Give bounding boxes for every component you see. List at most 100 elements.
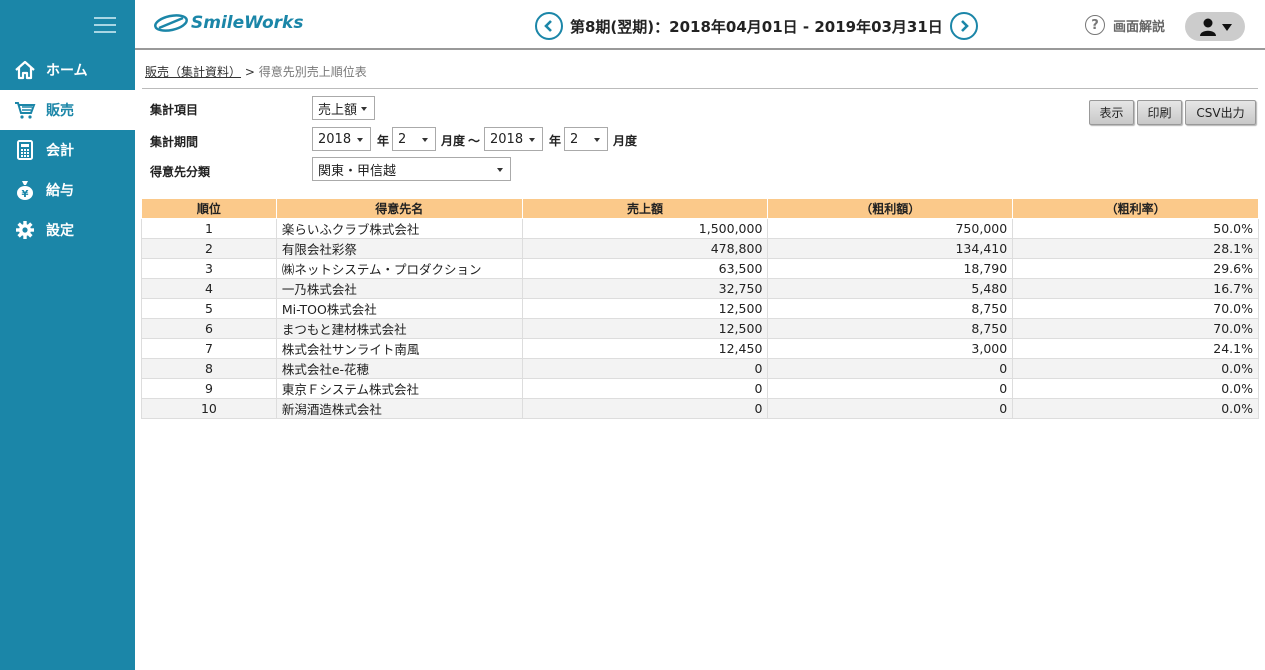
cart-icon: [14, 99, 36, 121]
logo: SmileWorks: [153, 12, 303, 34]
gross-margin-cell: 70.0%: [1012, 298, 1259, 319]
gross-margin-cell: 0.0%: [1012, 358, 1259, 379]
customer-name-cell: 東京Ｆシステム株式会社: [275, 378, 523, 399]
customer-name-cell: 一乃株式会社: [275, 278, 523, 299]
home-icon: [14, 59, 36, 81]
user-icon: [1199, 18, 1216, 36]
gross-profit-cell: 0: [767, 398, 1014, 419]
print-button[interactable]: 印刷: [1137, 100, 1182, 125]
gross-margin-cell: 0.0%: [1012, 378, 1259, 399]
rank-cell: 9: [141, 378, 277, 399]
sidebar-item-payroll[interactable]: ¥ 給与: [0, 170, 135, 210]
customer-category-label: 得意先分類: [150, 165, 211, 179]
to-month-value: 2: [570, 131, 579, 147]
month-unit-label: 月度: [613, 134, 638, 148]
from-month-select[interactable]: 2: [392, 127, 436, 151]
breadcrumb-parent-link[interactable]: 販売（集計資料）: [145, 65, 241, 79]
sales-cell: 63,500: [521, 258, 769, 279]
menu-icon[interactable]: [94, 14, 116, 34]
year-unit-label: 年: [549, 134, 562, 148]
sidebar: ホーム 販売 会計 ¥ 給与 設定: [0, 0, 135, 670]
sales-cell: 0: [521, 358, 769, 379]
table-header-row: 順位 得意先名 売上額 （粗利額） （粗利率）: [141, 198, 1259, 219]
table-row: 5 Mi-TOO株式会社 12,500 8,750 70.0%: [141, 298, 1259, 319]
customer-sales-ranking-table: 順位 得意先名 売上額 （粗利額） （粗利率） 1 楽らいふクラブ株式会社 1,50…: [141, 198, 1259, 419]
from-year-select[interactable]: 2018: [312, 127, 371, 151]
sales-cell: 12,450: [521, 338, 769, 359]
customer-name-cell: Mi-TOO株式会社: [275, 298, 523, 319]
month-unit-label: 月度: [441, 134, 466, 148]
gross-profit-cell: 750,000: [767, 218, 1014, 239]
gross-profit-cell: 8,750: [767, 298, 1014, 319]
rank-cell: 5: [141, 298, 277, 319]
customer-name-cell: 有限会社彩祭: [275, 238, 523, 259]
from-year-value: 2018: [318, 131, 352, 147]
gross-profit-cell: 0: [767, 378, 1014, 399]
calculator-icon: [14, 139, 36, 161]
table-row: 2 有限会社彩祭 478,800 134,410 28.1%: [141, 238, 1259, 259]
breadcrumb-current: 得意先別売上順位表: [258, 65, 367, 79]
caret-down-icon: [422, 138, 428, 142]
sidebar-item-label: 会計: [46, 143, 74, 159]
gross-profit-cell: 0: [767, 358, 1014, 379]
gross-margin-cell: 70.0%: [1012, 318, 1259, 339]
sidebar-item-sales[interactable]: 販売: [0, 90, 135, 130]
gear-icon: [14, 219, 36, 241]
to-year-value: 2018: [490, 131, 524, 147]
to-month-select[interactable]: 2: [564, 127, 608, 151]
gross-profit-cell: 134,410: [767, 238, 1014, 259]
aggregate-item-select[interactable]: 売上額: [312, 96, 375, 120]
rank-cell: 7: [141, 338, 277, 359]
sales-cell: 12,500: [521, 318, 769, 339]
sidebar-item-accounting[interactable]: 会計: [0, 130, 135, 170]
customer-name-cell: 新潟酒造株式会社: [275, 398, 523, 419]
money-bag-icon: ¥: [14, 179, 36, 201]
help-label: 画面解説: [1113, 19, 1166, 35]
csv-export-button[interactable]: CSV出力: [1185, 100, 1256, 125]
customer-name-cell: 株式会社サンライト南風: [275, 338, 523, 359]
sidebar-item-home[interactable]: ホーム: [0, 50, 135, 90]
logo-icon: [154, 14, 188, 32]
gross-profit-cell: 5,480: [767, 278, 1014, 299]
to-year-select[interactable]: 2018: [484, 127, 543, 151]
sales-cell: 0: [521, 378, 769, 399]
chevron-left-icon: [544, 20, 552, 32]
sidebar-item-label: ホーム: [46, 63, 88, 79]
table-row: 6 まつもと建材株式会社 12,500 8,750 70.0%: [141, 318, 1259, 339]
sidebar-item-settings[interactable]: 設定: [0, 210, 135, 250]
prev-period-button[interactable]: [535, 12, 563, 40]
sales-cell: 1,500,000: [521, 218, 769, 239]
help-link[interactable]: ? 画面解説: [1085, 15, 1165, 35]
divider: [142, 88, 1258, 89]
user-menu-button[interactable]: [1185, 12, 1245, 41]
next-period-button[interactable]: [949, 12, 978, 40]
gross-profit-cell: 3,000: [767, 338, 1014, 359]
customer-name-cell: ㈱ネットシステム・プロダクション: [275, 258, 523, 279]
sales-cell: 0: [521, 398, 769, 419]
question-icon: ?: [1085, 15, 1105, 35]
sidebar-item-label: 設定: [46, 223, 74, 239]
table-row: 3 ㈱ネットシステム・プロダクション 63,500 18,790 29.6%: [141, 258, 1259, 279]
caret-down-icon: [529, 138, 535, 142]
logo-text: SmileWorks: [191, 13, 304, 33]
column-header-gross-profit: （粗利額）: [767, 198, 1014, 219]
aggregate-item-value: 売上額: [318, 102, 358, 118]
from-month-value: 2: [398, 131, 407, 147]
caret-down-icon: [594, 138, 600, 142]
gross-profit-cell: 8,750: [767, 318, 1014, 339]
table-row: 4 一乃株式会社 32,750 5,480 16.7%: [141, 278, 1259, 299]
customer-category-select[interactable]: 関東・甲信越: [312, 157, 511, 181]
column-header-sales: 売上額: [521, 198, 769, 219]
sales-cell: 12,500: [521, 298, 769, 319]
sidebar-nav: ホーム 販売 会計 ¥ 給与 設定: [0, 50, 135, 250]
gross-margin-cell: 24.1%: [1012, 338, 1259, 359]
table-body: 1 楽らいふクラブ株式会社 1,500,000 750,000 50.0% 2 有限会社彩祭…: [141, 218, 1259, 419]
period-nav: 第8期(翌期)：2018年04月01日 - 2019年03月31日: [535, 12, 978, 40]
column-header-gross-margin: （粗利率）: [1012, 198, 1259, 219]
column-header-customer: 得意先名: [275, 198, 523, 219]
gross-margin-cell: 16.7%: [1012, 278, 1259, 299]
gross-margin-cell: 50.0%: [1012, 218, 1259, 239]
svg-text:¥: ¥: [22, 189, 29, 200]
show-button[interactable]: 表示: [1089, 100, 1134, 125]
gross-margin-cell: 29.6%: [1012, 258, 1259, 279]
